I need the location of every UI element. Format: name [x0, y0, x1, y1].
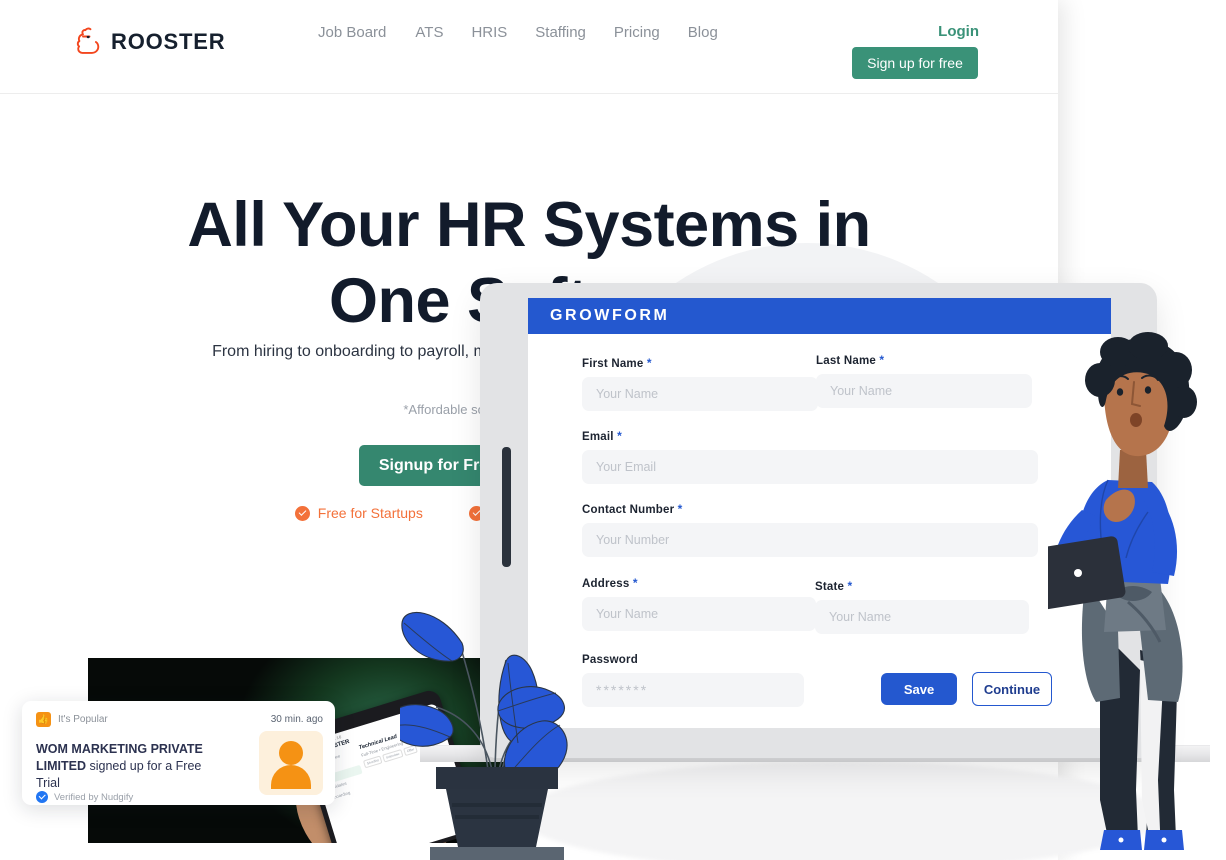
avatar-body	[271, 765, 311, 789]
save-button[interactable]: Save	[881, 673, 957, 705]
potted-plant-illustration	[400, 611, 568, 860]
email-label: Email *	[582, 429, 622, 443]
password-label: Password	[582, 654, 638, 666]
state-label: State *	[815, 579, 853, 593]
verified-check-icon	[36, 791, 48, 803]
growform-header-bar: GROWFORM	[528, 298, 1111, 334]
nav-item-pricing[interactable]: Pricing	[614, 24, 688, 41]
field-password: Password	[582, 654, 804, 707]
toast-timestamp: 30 min. ago	[270, 714, 323, 725]
growform-body: First Name * Last Name * Email *	[528, 334, 1111, 728]
last-name-input[interactable]	[816, 374, 1032, 408]
growform-title: GROWFORM	[550, 307, 670, 324]
device-side-button[interactable]	[502, 447, 511, 567]
toast-tag-label: It's Popular	[58, 714, 108, 725]
tablet-screen: GROWFORM First Name * Last Name *	[528, 298, 1111, 728]
nav-item-blog[interactable]: Blog	[688, 24, 746, 41]
email-input[interactable]	[582, 450, 1038, 484]
nav-item-staffing[interactable]: Staffing	[535, 24, 614, 41]
first-name-input[interactable]	[582, 377, 818, 411]
login-link[interactable]: Login	[938, 23, 979, 40]
woman-holding-tablet-illustration	[1048, 332, 1197, 850]
badge-label: Free for Startups	[317, 505, 423, 521]
address-label: Address *	[582, 576, 638, 590]
field-contact-number: Contact Number *	[582, 502, 1038, 557]
main-nav: Job Board ATS HRIS Staffing Pricing Blog	[318, 24, 746, 41]
check-circle-icon	[294, 505, 310, 521]
field-first-name: First Name *	[582, 356, 818, 411]
field-last-name: Last Name *	[816, 353, 1032, 408]
avatar-head	[279, 741, 303, 765]
nav-item-ats[interactable]: ATS	[415, 24, 471, 41]
site-header: ROOSTER Job Board ATS HRIS Staffing Pric…	[0, 0, 1058, 94]
thumbs-up-icon: 👍	[36, 712, 51, 727]
continue-button[interactable]: Continue	[972, 672, 1052, 706]
field-state: State *	[815, 579, 1029, 634]
signup-for-free-button[interactable]: Sign up for free	[852, 47, 978, 79]
password-input[interactable]	[582, 673, 804, 707]
first-name-label: First Name *	[582, 356, 652, 370]
nav-item-job-board[interactable]: Job Board	[318, 24, 415, 41]
toast-verified-label: Verified by Nudgify	[54, 791, 134, 803]
badge-free-for-startups: Free for Startups	[294, 505, 423, 521]
toast-message: WOM MARKETING PRIVATE LIMITED signed up …	[36, 741, 226, 792]
rooster-icon	[76, 27, 100, 54]
brand-name: ROOSTER	[111, 29, 226, 54]
user-avatar-icon	[259, 731, 323, 795]
field-email: Email *	[582, 429, 1038, 484]
screen: ROOSTER Job Board ATS HRIS Staffing Pric…	[0, 0, 1226, 860]
state-input[interactable]	[815, 600, 1029, 634]
nav-item-hris[interactable]: HRIS	[471, 24, 535, 41]
contact-number-input[interactable]	[582, 523, 1038, 557]
field-address: Address *	[582, 576, 816, 631]
address-input[interactable]	[582, 597, 816, 631]
nudgify-toast[interactable]: 👍 It's Popular 30 min. ago WOM MARKETING…	[22, 701, 335, 805]
brand-logo[interactable]: ROOSTER	[76, 27, 225, 57]
contact-number-label: Contact Number *	[582, 502, 683, 516]
last-name-label: Last Name *	[816, 353, 885, 367]
toast-tag: 👍 It's Popular	[36, 712, 108, 727]
growform-actions: Save Continue	[881, 672, 1052, 706]
toast-verified: Verified by Nudgify	[36, 791, 133, 803]
phone-chip: Shortlist	[362, 755, 383, 769]
hero-title-line-1: All Your HR Systems in	[187, 190, 871, 261]
toast-top-row: 👍 It's Popular 30 min. ago	[36, 712, 323, 727]
